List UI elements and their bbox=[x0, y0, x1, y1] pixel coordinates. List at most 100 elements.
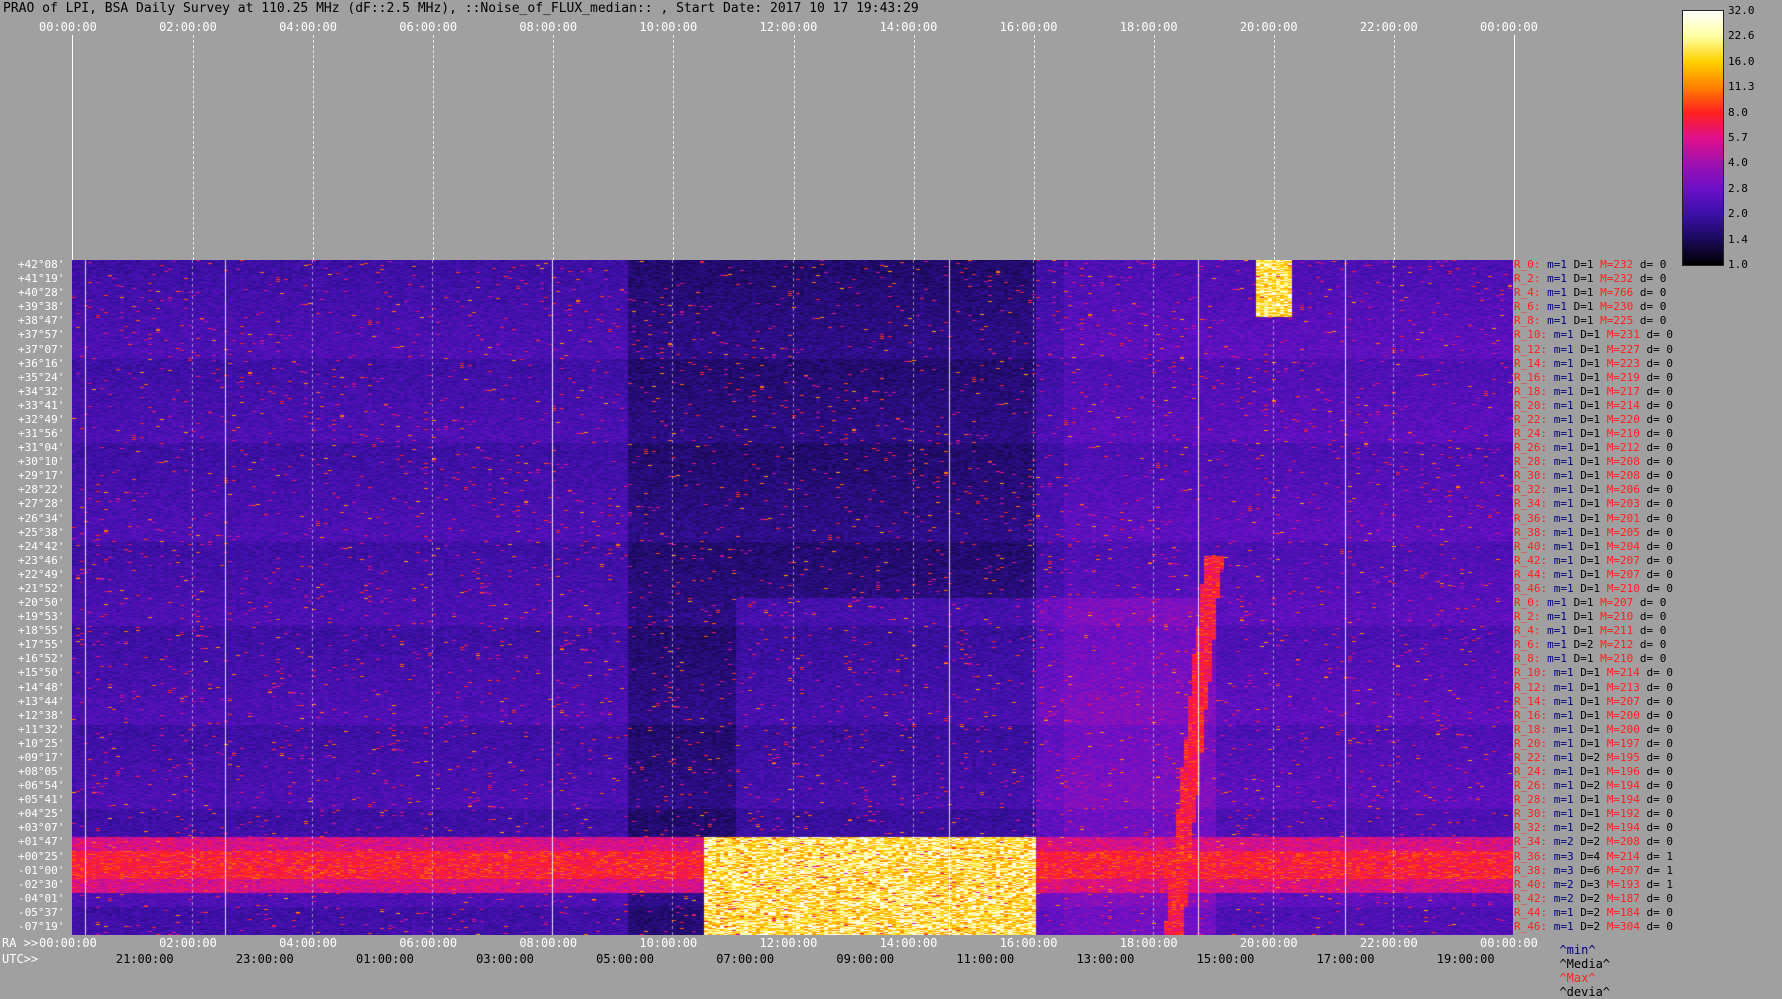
top-axis-tick: 10:00:00 bbox=[639, 20, 698, 34]
declination-label: +14°48' bbox=[18, 680, 65, 694]
declination-label: +03°07' bbox=[18, 821, 65, 835]
declination-label: +38°47' bbox=[18, 314, 65, 328]
declination-label: +33°41' bbox=[18, 398, 65, 412]
row-stat-M: M=210 bbox=[1606, 427, 1647, 440]
row-stat-M: M=204 bbox=[1606, 539, 1647, 553]
row-stat: R_0: m=1 D=1 M=232 d= 0 bbox=[1514, 259, 1673, 270]
row-stat-d: D=1 bbox=[1580, 581, 1607, 595]
colorbar-label: 22.6 bbox=[1728, 29, 1755, 43]
row-stat-m: m=1 bbox=[1553, 370, 1581, 384]
row-stat-dev: d= 0 bbox=[1646, 750, 1680, 764]
colorbar-label: 16.0 bbox=[1728, 54, 1755, 68]
utc-axis-tick: 07:00:00 bbox=[716, 952, 775, 966]
row-stat-r: R_24: bbox=[1514, 427, 1554, 440]
row-stat-M: M=187 bbox=[1606, 891, 1647, 905]
declination-label: +31°04' bbox=[18, 441, 65, 455]
top-axis-tick: 04:00:00 bbox=[279, 20, 337, 34]
row-stat-d: D=1 bbox=[1580, 441, 1607, 455]
row-stat-m: m=3 bbox=[1553, 863, 1581, 877]
row-stat-M: M=208 bbox=[1606, 835, 1647, 849]
row-stat-M: M=210 bbox=[1600, 652, 1640, 666]
row-stat-d: D=1 bbox=[1580, 328, 1607, 342]
row-stat-m: m=3 bbox=[1553, 849, 1581, 863]
row-stat-m: m=1 bbox=[1547, 272, 1574, 286]
top-axis-tick: 08:00:00 bbox=[519, 20, 578, 34]
row-stat-d: D=1 bbox=[1580, 567, 1607, 581]
colorbar-label: 4.0 bbox=[1728, 156, 1748, 170]
row-stat-dev: d= 0 bbox=[1646, 581, 1680, 595]
row-stat-r: R_2: bbox=[1514, 610, 1548, 624]
row-stat-m: m=1 bbox=[1553, 581, 1581, 595]
row-stat: R_44: m=1 D=2 M=184 d= 0 bbox=[1514, 907, 1680, 918]
row-stat-m: m=1 bbox=[1553, 412, 1581, 426]
declination-label: +21°52' bbox=[18, 581, 65, 595]
row-stat-d: D=1 bbox=[1580, 793, 1607, 807]
row-stat-m: m=1 bbox=[1553, 342, 1581, 356]
declination-label: +09°17' bbox=[18, 750, 65, 764]
colorbar-label: 8.0 bbox=[1728, 105, 1748, 119]
declination-label: +24°42' bbox=[18, 539, 65, 553]
declination-label: +37°57' bbox=[18, 328, 65, 342]
row-stat-M: M=194 bbox=[1606, 779, 1647, 793]
row-stat-r: R_12: bbox=[1514, 680, 1554, 694]
row-stat: R_40: m=1 D=1 M=204 d= 0 bbox=[1514, 541, 1680, 552]
row-stat-m: m=1 bbox=[1553, 384, 1581, 398]
row-stat-dev: d= 0 bbox=[1639, 596, 1673, 609]
legend-devia: ^devia^ bbox=[1559, 985, 1611, 999]
row-stat-dev: d= 0 bbox=[1646, 765, 1680, 778]
row-stat: R_6: m=1 D=1 M=230 d= 0 bbox=[1514, 301, 1673, 312]
row-stat-d: D=1 bbox=[1573, 258, 1601, 271]
row-stat-dev: d= 0 bbox=[1646, 835, 1680, 849]
grid-line bbox=[553, 35, 555, 260]
row-stat-M: M=203 bbox=[1606, 497, 1647, 511]
row-stat-m: m=1 bbox=[1553, 539, 1581, 553]
row-stat-d: D=1 bbox=[1580, 356, 1607, 370]
row-stat-m: m=1 bbox=[1553, 398, 1581, 412]
row-stat: R_20: m=1 D=1 M=197 d= 0 bbox=[1514, 738, 1680, 749]
row-stat-r: R_42: bbox=[1514, 553, 1554, 567]
row-stat-d: D=1 bbox=[1580, 412, 1607, 426]
grid-line bbox=[1153, 35, 1155, 260]
declination-label: +01°47' bbox=[18, 835, 65, 849]
declination-label: +00°25' bbox=[18, 849, 65, 863]
utc-axis-tick: 23:00:00 bbox=[235, 952, 294, 966]
row-stat-dev: d= 0 bbox=[1646, 455, 1680, 469]
row-stat-r: R_4: bbox=[1514, 624, 1548, 638]
row-stat-d: D=1 bbox=[1580, 398, 1607, 412]
row-stat-r: R_26: bbox=[1514, 779, 1554, 793]
row-stat-d: D=1 bbox=[1580, 469, 1607, 483]
declination-label: +20°50' bbox=[18, 596, 65, 609]
row-stat: R_2: m=1 D=1 M=210 d= 0 bbox=[1514, 611, 1673, 622]
row-stat-r: R_20: bbox=[1514, 398, 1554, 412]
row-stat-dev: d= 0 bbox=[1639, 652, 1673, 666]
row-stat-m: m=1 bbox=[1547, 300, 1574, 314]
row-stat-M: M=207 bbox=[1606, 553, 1647, 567]
row-stat-m: m=1 bbox=[1553, 567, 1581, 581]
row-stat: R_10: m=1 D=1 M=231 d= 0 bbox=[1514, 329, 1680, 340]
declination-label: -05°37' bbox=[18, 905, 65, 919]
row-stat: R_8: m=1 D=1 M=225 d= 0 bbox=[1514, 315, 1673, 326]
row-stat-r: R_8: bbox=[1514, 314, 1548, 328]
row-stat-M: M=208 bbox=[1606, 455, 1647, 469]
row-stat-d: D=1 bbox=[1580, 497, 1607, 511]
row-stat: R_2: m=1 D=1 M=232 d= 0 bbox=[1514, 273, 1673, 284]
declination-label: +17°55' bbox=[18, 638, 65, 652]
row-stat-m: m=1 bbox=[1553, 427, 1581, 440]
row-stat-dev: d= 1 bbox=[1646, 849, 1680, 863]
row-stat-m: m=1 bbox=[1553, 328, 1581, 342]
row-stat-r: R_14: bbox=[1514, 356, 1554, 370]
row-stat-r: R_38: bbox=[1514, 863, 1554, 877]
row-stat-M: M=219 bbox=[1606, 370, 1647, 384]
row-stat-m: m=1 bbox=[1553, 469, 1581, 483]
row-stat-m: m=1 bbox=[1553, 497, 1581, 511]
row-stat-r: R_38: bbox=[1514, 525, 1554, 539]
row-stat-dev: d= 1 bbox=[1646, 877, 1680, 891]
top-axis-tick: 00:00:00 bbox=[1480, 20, 1538, 34]
row-stat-m: m=1 bbox=[1553, 441, 1581, 455]
row-stat-r: R_30: bbox=[1514, 469, 1554, 483]
declination-label: +10°25' bbox=[18, 736, 65, 750]
row-stat-d: D=3 bbox=[1580, 877, 1607, 891]
row-stat: R_10: m=1 D=1 M=214 d= 0 bbox=[1514, 667, 1680, 678]
colorbar-label: 2.0 bbox=[1728, 207, 1748, 221]
row-stat: R_20: m=1 D=1 M=214 d= 0 bbox=[1514, 400, 1680, 411]
